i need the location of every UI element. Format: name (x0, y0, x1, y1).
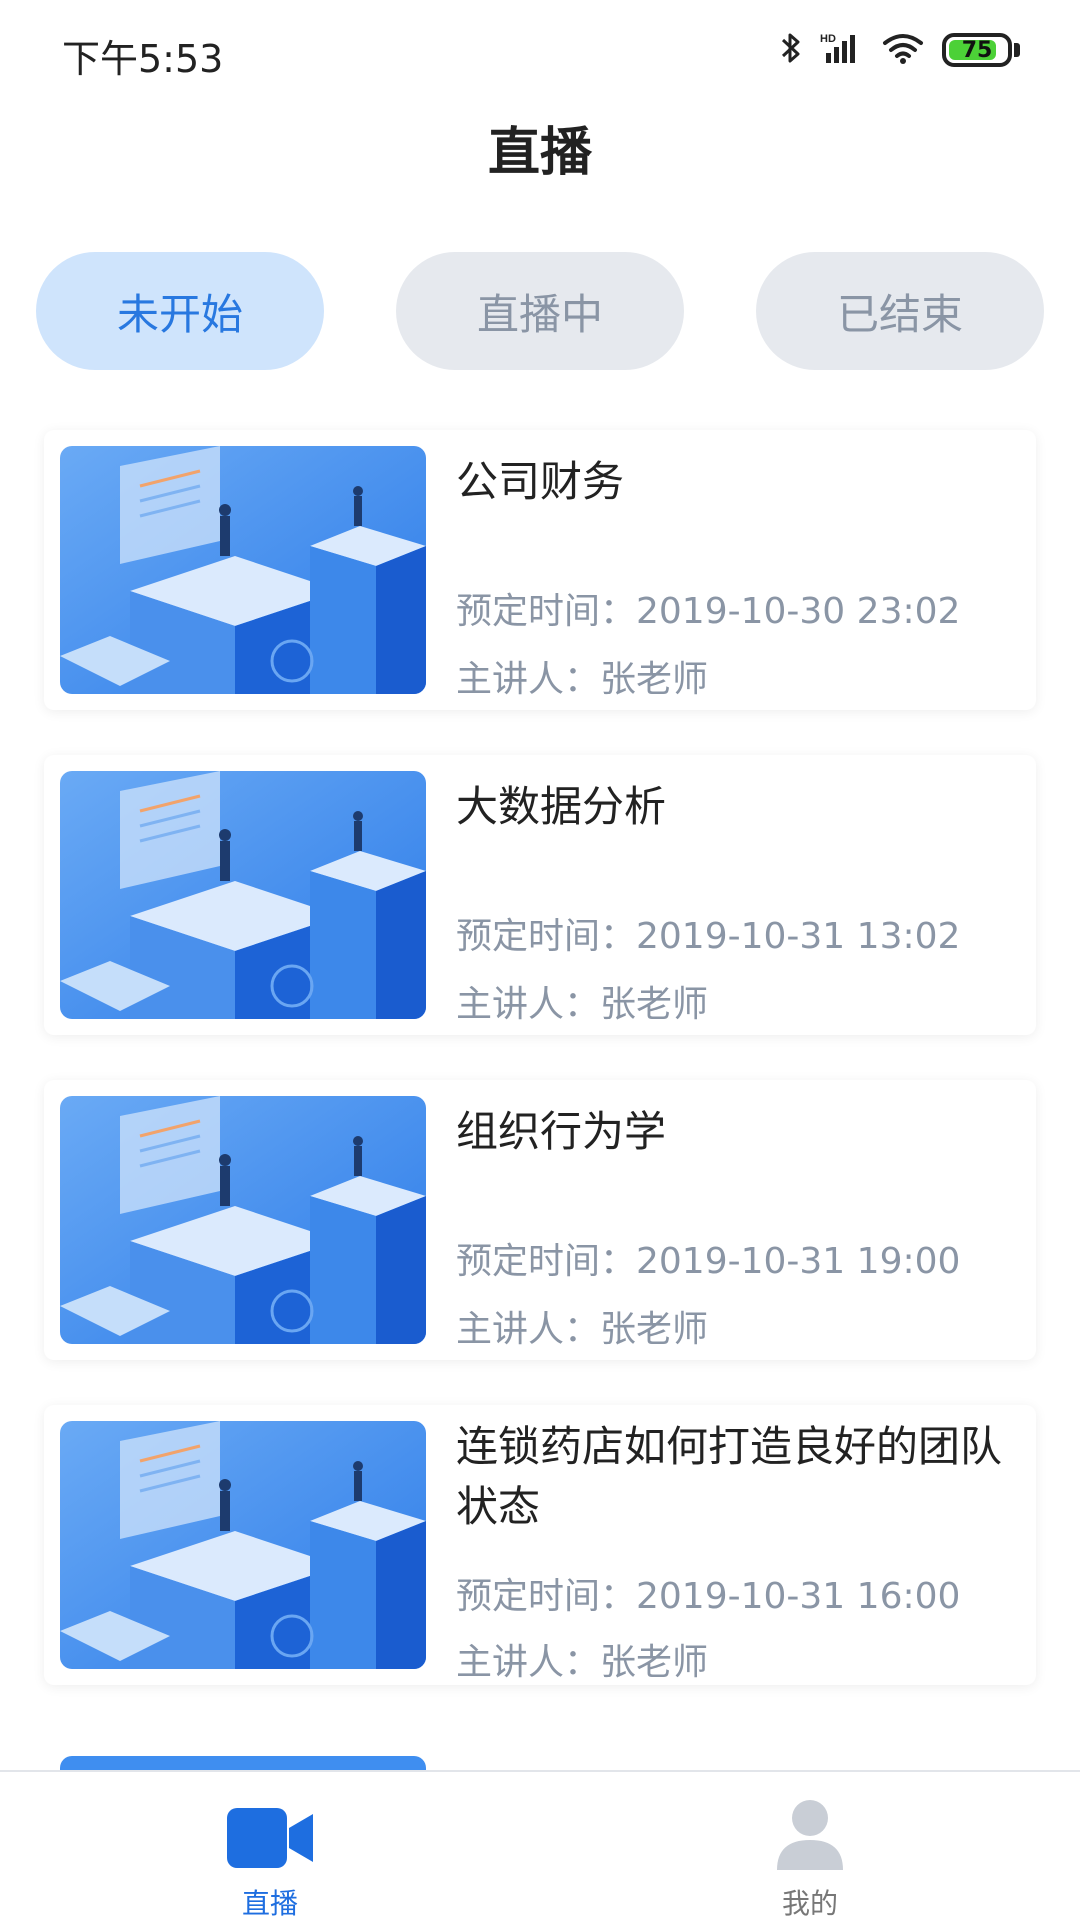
svg-text:HD: HD (820, 33, 836, 45)
course-host: 主讲人：张老师 (456, 1642, 709, 1683)
battery-tip (1014, 43, 1020, 57)
course-card[interactable]: 大数据分析 预定时间：2019-10-31 13:02 主讲人：张老师 (44, 755, 1036, 1035)
nav-mine-label: 我的 (781, 1887, 838, 1920)
status-bar: 下午5:53 HD 75 (0, 0, 1080, 100)
course-thumbnail (60, 771, 426, 1019)
tab-ended[interactable]: 已结束 (756, 252, 1044, 370)
course-scheduled-time: 预定时间：2019-10-31 13:02 (456, 916, 961, 957)
nav-live-label: 直播 (241, 1887, 298, 1920)
course-title: 连锁药店如何打造良好的团队状态 (456, 1422, 1003, 1531)
course-title: 组织行为学 (456, 1107, 667, 1156)
bottom-nav: 直播 我的 (0, 1770, 1080, 1922)
course-title: 大数据分析 (456, 782, 667, 831)
tab-not-started[interactable]: 未开始 (36, 252, 324, 370)
battery-percent: 75 (961, 37, 993, 63)
course-thumbnail (60, 1421, 426, 1669)
course-title: 公司财务 (456, 457, 625, 506)
status-tabs: 未开始 直播中 已结束 (36, 252, 1044, 370)
battery-icon: 75 (942, 33, 1012, 67)
wifi-icon (882, 31, 924, 69)
status-icons: HD 75 (780, 28, 1020, 72)
video-camera-icon (225, 1790, 315, 1870)
course-card[interactable]: 连锁药店如何打造良好的团队状态 预定时间：2019-10-31 16:00 主讲… (44, 1405, 1036, 1685)
course-scheduled-time: 预定时间：2019-10-31 19:00 (456, 1241, 961, 1282)
nav-mine[interactable]: 我的 (540, 1772, 1080, 1922)
nav-live[interactable]: 直播 (0, 1772, 540, 1922)
tab-live[interactable]: 直播中 (396, 252, 684, 370)
course-scheduled-time: 预定时间：2019-10-30 23:02 (456, 591, 961, 632)
course-card[interactable]: 公司财务 预定时间：2019-10-30 23:02 主讲人：张老师 (44, 430, 1036, 710)
page-title: 直播 (487, 123, 592, 183)
bluetooth-icon (780, 31, 802, 69)
course-thumbnail (60, 446, 426, 694)
user-icon (775, 1790, 845, 1870)
course-card[interactable]: 组织行为学 预定时间：2019-10-31 19:00 主讲人：张老师 (44, 1080, 1036, 1360)
course-host: 主讲人：张老师 (456, 1309, 709, 1350)
hd-signal-icon: HD (820, 31, 864, 69)
course-scheduled-time: 预定时间：2019-10-31 16:00 (456, 1576, 961, 1617)
status-time: 下午5:53 (62, 37, 224, 81)
course-host: 主讲人：张老师 (456, 984, 709, 1025)
course-thumbnail (60, 1096, 426, 1344)
course-host: 主讲人：张老师 (456, 659, 709, 700)
